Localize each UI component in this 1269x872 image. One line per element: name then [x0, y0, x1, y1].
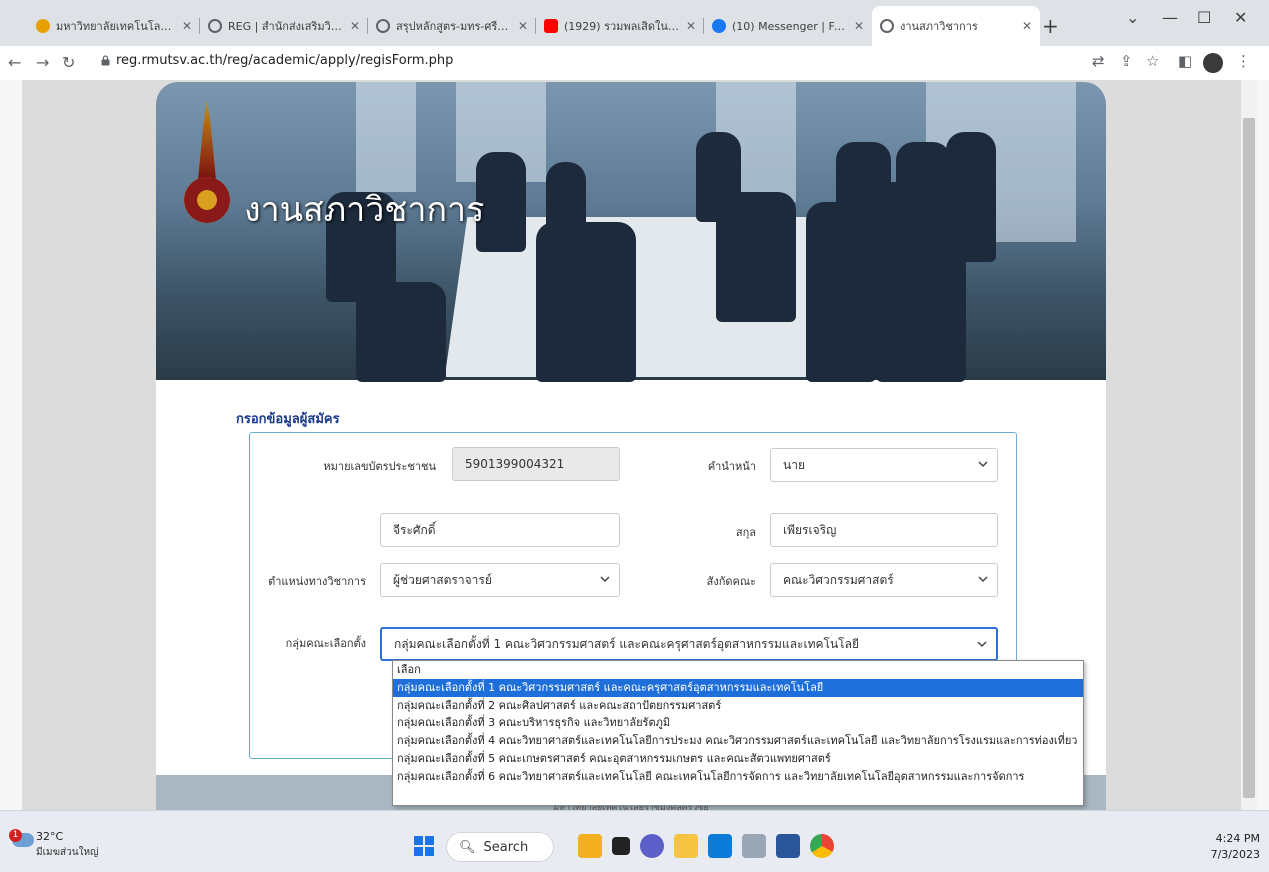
- new-tab-button[interactable]: +: [1042, 14, 1059, 38]
- viewport-left-edge: [0, 80, 22, 810]
- dropdown-option[interactable]: กลุ่มคณะเลือกตั้งที่ 4 คณะวิทยาศาสตร์และ…: [393, 732, 1083, 750]
- tab-title: สรุปหลักสูตร-มทร-ศรีวิชัย-256: [396, 20, 512, 33]
- viewport-right-edge: [1257, 80, 1269, 810]
- chevron-down-icon: [978, 461, 988, 468]
- close-icon[interactable]: ✕: [350, 19, 360, 33]
- tab-3[interactable]: สรุปหลักสูตร-มทร-ศรีวิชัย-256 ✕: [368, 8, 536, 44]
- store-icon[interactable]: [708, 834, 732, 858]
- header-banner: งานสภาวิชาการ: [156, 82, 1106, 382]
- reload-icon[interactable]: ↻: [62, 53, 75, 72]
- election-group-select[interactable]: กลุ่มคณะเลือกตั้งที่ 1 คณะวิศวกรรมศาสตร์…: [380, 627, 998, 661]
- id-number-value: 5901399004321: [465, 457, 565, 471]
- election-group-dropdown[interactable]: เลือก กลุ่มคณะเลือกตั้งที่ 1 คณะวิศวกรรม…: [392, 660, 1084, 806]
- academic-position-label: ตำแหน่งทางวิชาการ: [268, 575, 366, 588]
- tab-title: (10) Messenger | Facebook: [732, 19, 848, 33]
- globe-icon: [376, 19, 390, 33]
- lastname-field[interactable]: เพียรเจริญ: [770, 513, 998, 547]
- menu-dots-icon[interactable]: ⋮: [1236, 52, 1251, 70]
- widgets-icon[interactable]: [578, 834, 602, 858]
- tab-title: งานสภาวิชาการ: [900, 20, 978, 33]
- faculty-select[interactable]: คณะวิศวกรรมศาสตร์: [770, 563, 998, 597]
- tab-2[interactable]: REG | สำนักส่งเสริมวิชาการแล ✕: [200, 8, 368, 44]
- faculty-value: คณะวิศวกรรมศาสตร์: [783, 572, 894, 587]
- firstname-field[interactable]: จีระศักดิ์: [380, 513, 620, 547]
- dropdown-option[interactable]: กลุ่มคณะเลือกตั้งที่ 5 คณะเกษตรศาสตร์ คณ…: [393, 750, 1083, 768]
- prefix-select[interactable]: นาย: [770, 448, 998, 482]
- photos-icon[interactable]: [742, 834, 766, 858]
- weather-temperature[interactable]: 32°C: [36, 830, 63, 843]
- scrollbar-thumb[interactable]: [1243, 118, 1255, 798]
- tab-search-icon[interactable]: ⌄: [1126, 8, 1139, 27]
- election-group-label: กลุ่มคณะเลือกตั้ง: [285, 637, 366, 650]
- globe-icon: [880, 19, 894, 33]
- election-group-value: กลุ่มคณะเลือกตั้งที่ 1 คณะวิศวกรรมศาสตร์…: [394, 636, 860, 651]
- forward-arrow-icon[interactable]: →: [36, 53, 49, 72]
- word-icon[interactable]: [776, 834, 800, 858]
- site-brand-title: งานสภาวิชาการ: [244, 190, 485, 230]
- windows-start-icon[interactable]: [414, 836, 434, 856]
- globe-icon: [208, 19, 222, 33]
- prefix-value: นาย: [783, 457, 805, 472]
- chevron-down-icon: [978, 576, 988, 583]
- tab-title: (1929) รวมพลเสิดในTikTok [: [564, 20, 680, 33]
- back-arrow-icon[interactable]: ←: [8, 53, 21, 72]
- prefix-label: คำนำหน้า: [707, 460, 756, 473]
- profile-avatar-icon[interactable]: [1203, 53, 1223, 73]
- maximize-icon[interactable]: ☐: [1197, 8, 1211, 27]
- weather-description: มีเมฆส่วนใหญ่: [36, 847, 99, 858]
- firstname-value: จีระศักดิ์: [393, 522, 436, 537]
- clock-date[interactable]: 7/3/2023: [1200, 848, 1260, 861]
- close-icon[interactable]: ✕: [686, 19, 696, 33]
- lastname-value: เพียรเจริญ: [783, 522, 837, 537]
- youtube-icon: [544, 19, 558, 33]
- minimize-icon[interactable]: —: [1162, 8, 1178, 27]
- dropdown-option-selected[interactable]: กลุ่มคณะเลือกตั้งที่ 1 คณะวิศวกรรมศาสตร์…: [393, 678, 1083, 697]
- tab-4[interactable]: (1929) รวมพลเสิดในTikTok [ ✕: [536, 8, 704, 44]
- taskbar-search[interactable]: 🔍︎ Search: [446, 832, 554, 862]
- task-view-icon[interactable]: [612, 837, 630, 855]
- weather-badge: 1: [9, 829, 22, 842]
- close-icon[interactable]: ✕: [182, 19, 192, 33]
- form-title: กรอกข้อมูลผู้สมัคร: [236, 412, 340, 427]
- tab-title: REG | สำนักส่งเสริมวิชาการแล: [228, 20, 344, 33]
- university-seal-icon: [184, 177, 230, 223]
- id-number-field[interactable]: 5901399004321: [452, 447, 620, 481]
- translate-icon[interactable]: ⇄: [1092, 52, 1105, 70]
- search-label: Search: [483, 839, 529, 855]
- share-icon[interactable]: ⇪: [1120, 52, 1133, 70]
- tab-6-active[interactable]: งานสภาวิชาการ ✕: [872, 6, 1040, 46]
- facebook-icon: [712, 19, 726, 33]
- university-logo: [198, 100, 216, 180]
- tab-1[interactable]: มหาวิทยาลัยเทคโนโลยีราชมงค ✕: [28, 8, 200, 44]
- chrome-icon[interactable]: [810, 834, 834, 858]
- window-close-icon[interactable]: ✕: [1234, 8, 1247, 27]
- dropdown-option[interactable]: เลือก: [393, 661, 1083, 679]
- faculty-label: สังกัดคณะ: [706, 575, 756, 588]
- academic-position-value: ผู้ช่วยศาสตราจารย์: [393, 572, 492, 587]
- dropdown-option[interactable]: กลุ่มคณะเลือกตั้งที่ 3 คณะบริหารธุรกิจ แ…: [393, 714, 1083, 732]
- chat-icon[interactable]: [640, 834, 664, 858]
- clock-time[interactable]: 4:24 PM: [1200, 832, 1260, 845]
- dropdown-option[interactable]: กลุ่มคณะเลือกตั้งที่ 2 คณะศิลปศาสตร์ และ…: [393, 697, 1083, 715]
- taskbar: [0, 810, 1269, 872]
- close-icon[interactable]: ✕: [1022, 19, 1032, 33]
- url-field[interactable]: reg.rmutsv.ac.th/reg/academic/apply/regi…: [116, 53, 453, 68]
- chevron-down-icon: [977, 641, 987, 648]
- search-icon: 🔍︎: [459, 839, 476, 855]
- close-icon[interactable]: ✕: [518, 19, 528, 33]
- tab-title: มหาวิทยาลัยเทคโนโลยีราชมงค: [56, 20, 176, 33]
- university-icon: [36, 19, 50, 33]
- chevron-down-icon: [600, 576, 610, 583]
- tab-5[interactable]: (10) Messenger | Facebook ✕: [704, 8, 872, 44]
- file-explorer-icon[interactable]: [674, 834, 698, 858]
- side-panel-icon[interactable]: ◧: [1178, 52, 1192, 70]
- dropdown-option[interactable]: กลุ่มคณะเลือกตั้งที่ 6 คณะวิทยาศาสตร์และ…: [393, 768, 1083, 786]
- academic-position-select[interactable]: ผู้ช่วยศาสตราจารย์: [380, 563, 620, 597]
- id-label: หมายเลขบัตรประชาชน: [323, 460, 436, 473]
- bookmark-star-icon[interactable]: ☆: [1146, 52, 1159, 70]
- close-icon[interactable]: ✕: [854, 19, 864, 33]
- lock-icon[interactable]: [101, 55, 110, 66]
- lastname-label: สกุล: [735, 526, 756, 539]
